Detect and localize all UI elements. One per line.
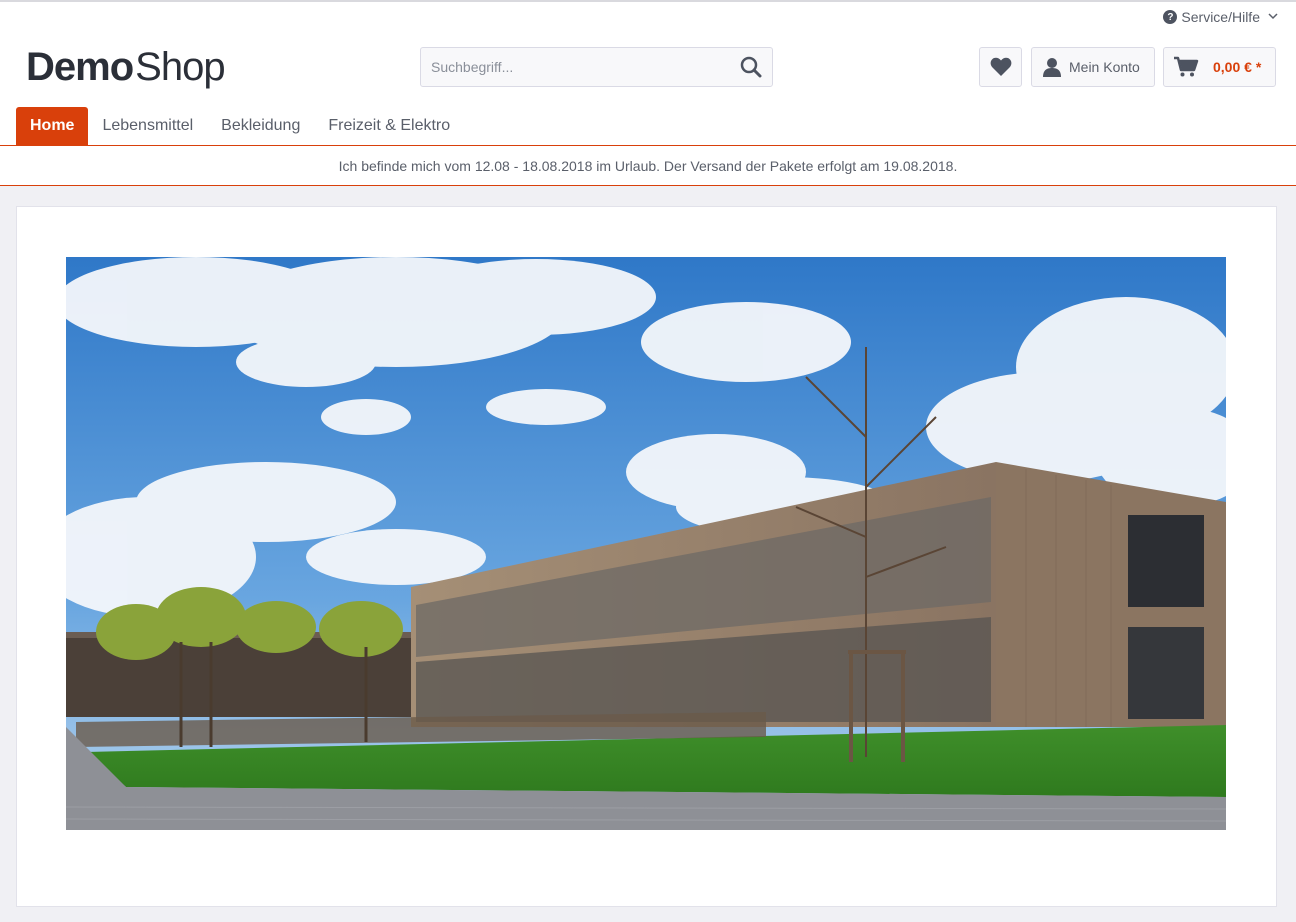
cart-icon bbox=[1174, 56, 1199, 77]
user-icon bbox=[1043, 58, 1061, 77]
shop-logo[interactable]: DemoShop bbox=[26, 44, 226, 90]
banner-image[interactable] bbox=[66, 257, 1226, 830]
cart-button[interactable]: 0,00 € * bbox=[1163, 47, 1276, 87]
banner-building-photo bbox=[66, 257, 1226, 830]
nav-item-lebensmittel[interactable]: Lebensmittel bbox=[88, 107, 207, 145]
nav-item-freizeit-elektro[interactable]: Freizeit & Elektro bbox=[314, 107, 464, 145]
service-help-label: Service/Hilfe bbox=[1181, 9, 1260, 25]
cart-amount: 0,00 € * bbox=[1213, 59, 1262, 75]
heart-icon bbox=[990, 57, 1011, 76]
search-form bbox=[420, 47, 773, 87]
nav-item-home[interactable]: Home bbox=[16, 107, 89, 145]
logo-demo-text: Demo bbox=[26, 45, 134, 89]
top-border bbox=[0, 0, 1296, 2]
main-navigation: Home Lebensmittel Bekleidung Freizeit & … bbox=[16, 107, 464, 145]
nav-item-bekleidung[interactable]: Bekleidung bbox=[207, 107, 314, 145]
chevron-down-icon bbox=[1268, 11, 1278, 23]
account-button[interactable]: Mein Konto bbox=[1031, 47, 1155, 87]
shop-notice-bar: Ich befinde mich vom 12.08 - 18.08.2018 … bbox=[0, 145, 1296, 186]
search-input[interactable] bbox=[421, 48, 730, 86]
account-label: Mein Konto bbox=[1069, 59, 1140, 75]
search-icon bbox=[740, 56, 762, 78]
question-circle-icon: ? bbox=[1163, 10, 1178, 24]
logo-shop-text: Shop bbox=[135, 45, 225, 89]
service-help-menu[interactable]: ? Service/Hilfe bbox=[1163, 9, 1278, 25]
notice-text: Ich befinde mich vom 12.08 - 18.08.2018 … bbox=[338, 157, 958, 174]
wishlist-button[interactable] bbox=[979, 47, 1022, 87]
search-button[interactable] bbox=[730, 48, 772, 86]
